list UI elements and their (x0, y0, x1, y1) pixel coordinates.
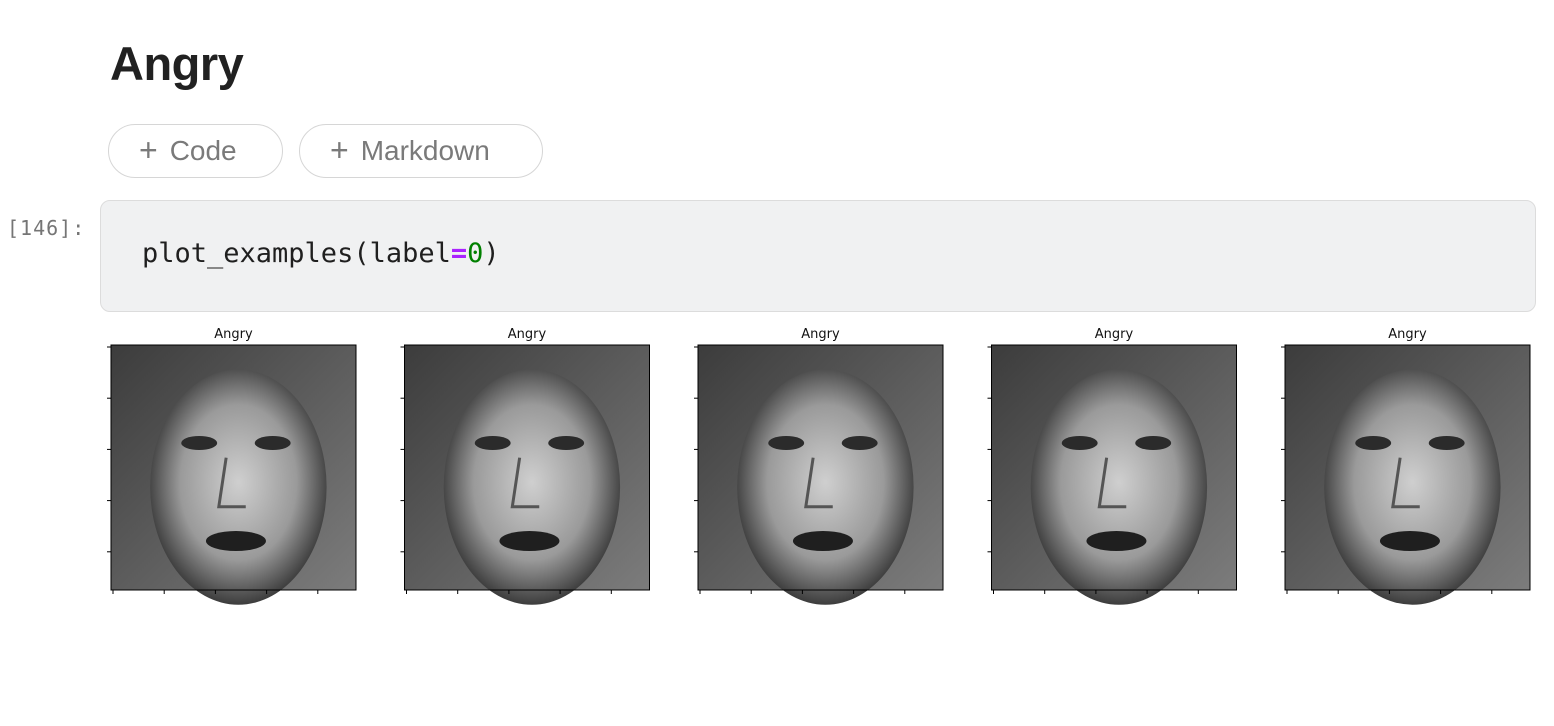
example-panel: Angry (694, 327, 944, 605)
add-code-cell-button[interactable]: + Code (108, 124, 283, 178)
cell-output-area: Angry Angry Angry Angry Angry (100, 320, 1540, 610)
example-panel: Angry (987, 327, 1237, 605)
example-title: Angry (214, 327, 253, 342)
example-title: Angry (801, 327, 840, 342)
example-panel: Angry (1281, 327, 1531, 605)
execution-count-prompt: [146]: (7, 216, 86, 240)
add-markdown-label: Markdown (360, 135, 490, 166)
example-title: Angry (1095, 327, 1134, 342)
example-figure: Angry Angry Angry Angry Angry (107, 327, 1531, 605)
add-code-label: Code (169, 135, 237, 166)
code-token-paren: ) (483, 238, 500, 269)
face-photo-icon (1285, 345, 1530, 605)
code-cell-editor[interactable]: plot_examples(label=0) (100, 200, 1536, 312)
add-markdown-cell-button[interactable]: + Markdown (299, 124, 543, 178)
plus-icon: + (330, 131, 349, 168)
face-photo-icon (698, 345, 943, 605)
code-token-call: plot_examples(label (142, 238, 451, 269)
face-photo-icon (404, 345, 650, 605)
example-title: Angry (1388, 327, 1427, 342)
example-title: Angry (508, 327, 547, 342)
markdown-heading: Angry (110, 37, 244, 90)
code-line: plot_examples(label=0) (142, 238, 500, 269)
code-token-operator: = (450, 238, 468, 269)
code-token-number: 0 (467, 238, 484, 269)
plus-icon: + (139, 131, 158, 168)
example-panel: Angry (400, 327, 650, 605)
face-photo-icon (991, 345, 1237, 605)
example-panel: Angry (107, 327, 357, 605)
face-photo-icon (111, 345, 356, 605)
